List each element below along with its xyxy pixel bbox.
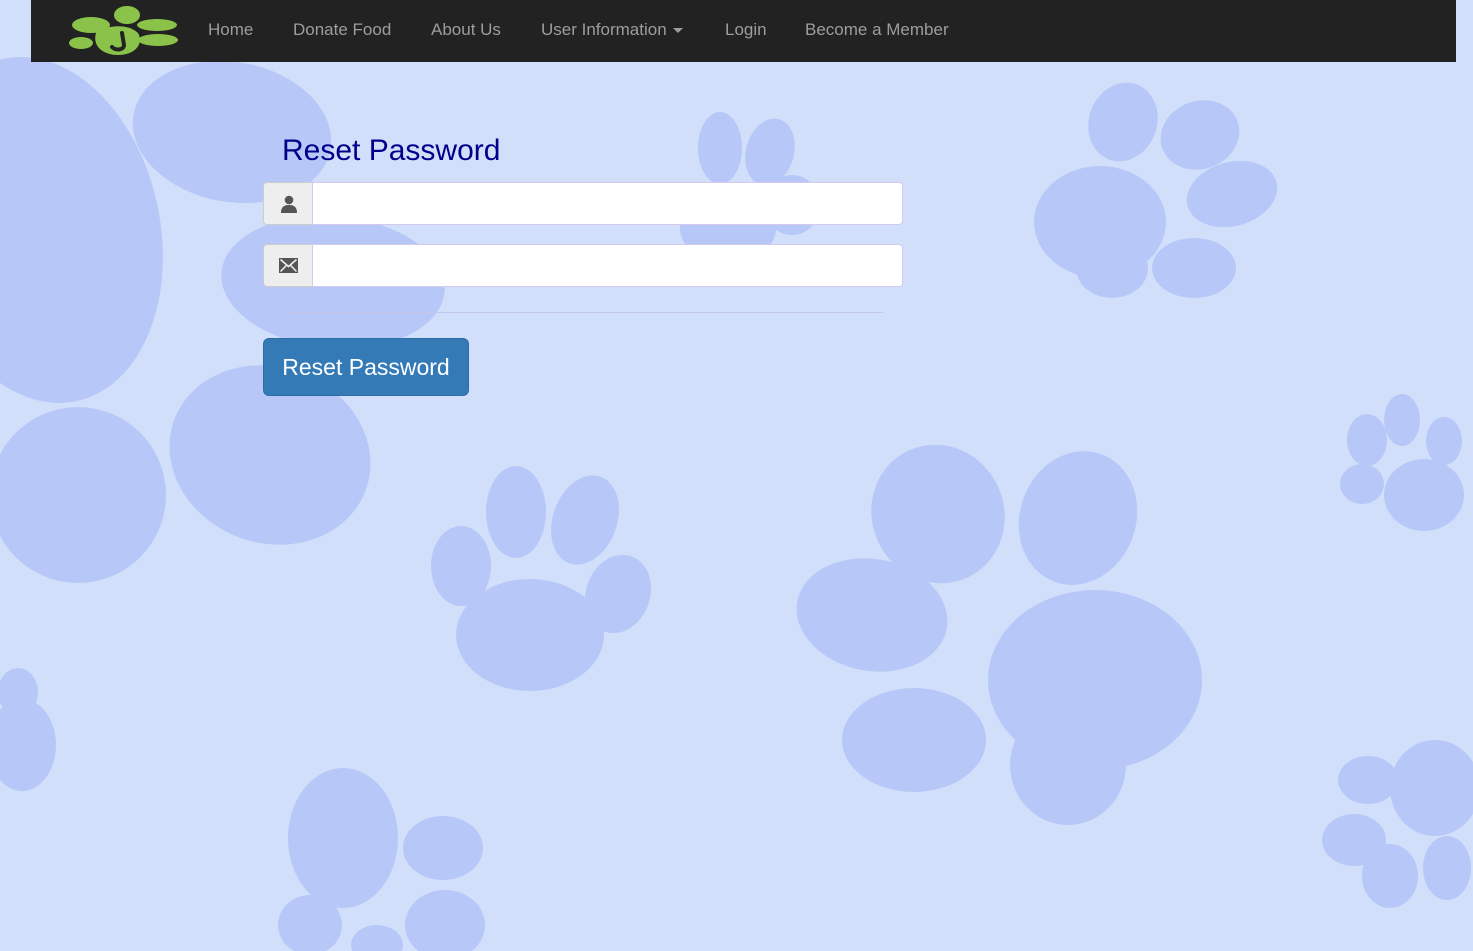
username-field[interactable] [312, 182, 903, 225]
email-field[interactable] [312, 244, 903, 287]
envelope-icon [263, 244, 313, 287]
page-title: Reset Password [282, 134, 501, 167]
nav-about-us[interactable]: About Us [431, 0, 501, 60]
top-navbar: Home Donate Food About Us User Informati… [31, 0, 1456, 62]
nav-become-a-member[interactable]: Become a Member [805, 0, 949, 60]
nav-home[interactable]: Home [208, 0, 253, 60]
nav-donate-food[interactable]: Donate Food [293, 0, 391, 60]
nav-user-information-label: User Information [541, 20, 667, 39]
main-content: Reset Password Reset Password [0, 0, 1473, 951]
email-input-group [263, 244, 903, 287]
user-icon [263, 182, 313, 225]
paw-print-logo-icon[interactable] [66, 3, 180, 59]
caret-down-icon [672, 28, 683, 34]
nav-login[interactable]: Login [725, 0, 767, 60]
username-input-group [263, 182, 903, 225]
form-divider [282, 312, 883, 313]
nav-user-information[interactable]: User Information [541, 0, 683, 60]
reset-password-button[interactable]: Reset Password [263, 338, 469, 396]
